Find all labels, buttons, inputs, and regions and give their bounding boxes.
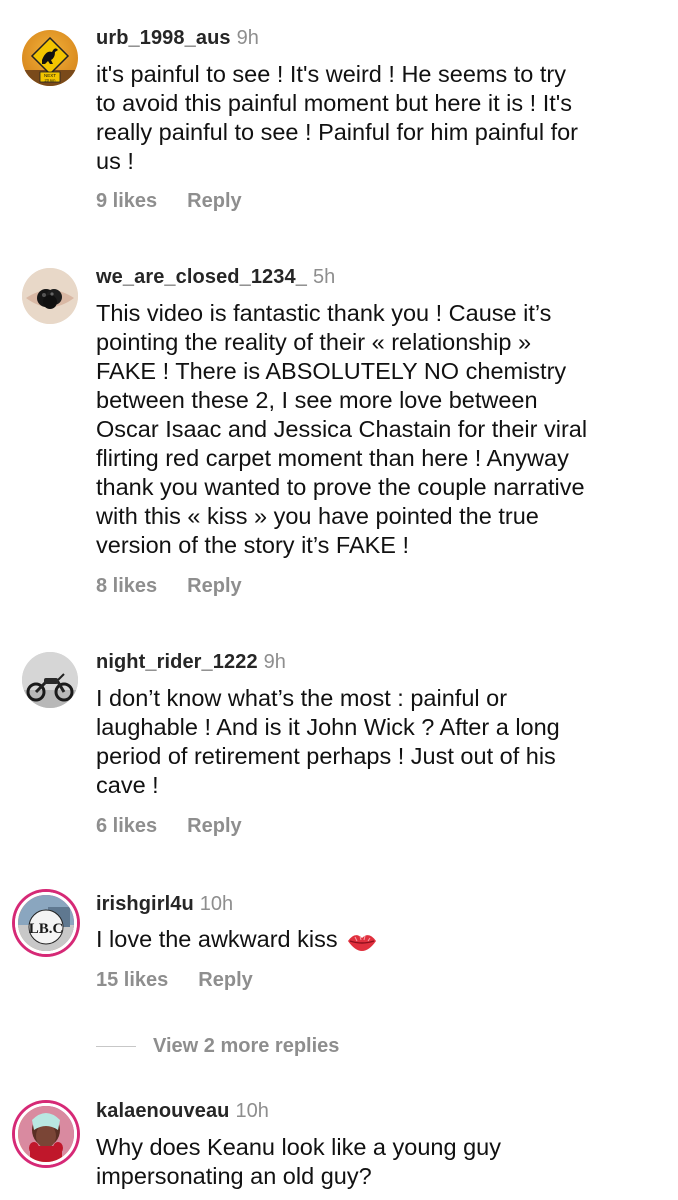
likes-count[interactable]: 6 likes xyxy=(96,815,157,837)
avatar[interactable] xyxy=(15,1103,77,1165)
avatar[interactable] xyxy=(22,652,78,708)
comment-line: between these 2, I see more love between xyxy=(96,387,538,413)
comment-line: to avoid this painful moment but here it… xyxy=(96,90,573,116)
kiss-mark-icon xyxy=(347,934,376,951)
username[interactable]: kalaenouveau xyxy=(96,1100,230,1122)
username[interactable]: urb_1998_aus xyxy=(96,27,231,49)
comment-line: flirting red carpet moment than here ! A… xyxy=(96,445,569,471)
comment-text: I don’t know what’s the most : painful o… xyxy=(96,684,656,800)
comment-actions: 6 likes Reply xyxy=(96,815,242,838)
comment-line: it's painful to see ! It's weird ! He se… xyxy=(96,61,567,87)
comment-line: us ! xyxy=(96,148,134,174)
view-more-replies-button[interactable]: View 2 more replies xyxy=(96,1035,339,1058)
comment-line: I don’t know what’s the most : painful o… xyxy=(96,685,508,711)
comment-line: This video is fantastic thank you ! Caus… xyxy=(96,300,552,326)
comment-header: urb_1998_aus 9h xyxy=(96,27,259,50)
lbc-logo-icon: LB.C xyxy=(18,895,74,951)
reply-button[interactable]: Reply xyxy=(198,969,252,991)
comment-line: impersonating an old guy? xyxy=(96,1163,372,1189)
road-sign-icon: NEXT 20 km xyxy=(22,36,78,86)
username[interactable]: we_are_closed_1234_ xyxy=(96,266,307,288)
comment-line: I love the awkward kiss xyxy=(96,925,656,954)
comment-line: FAKE ! There is ABSOLUTELY NO chemistry xyxy=(96,358,567,384)
comment-line: period of retirement perhaps ! Just out … xyxy=(96,743,556,769)
comment-text: Why does Keanu look like a young guy imp… xyxy=(96,1133,656,1191)
divider xyxy=(96,1045,136,1048)
comment-text: This video is fantastic thank you ! Caus… xyxy=(96,299,656,560)
comment-header: irishgirl4u 10h xyxy=(96,893,233,916)
username[interactable]: night_rider_1222 xyxy=(96,651,258,673)
lips-photo-icon xyxy=(22,268,78,324)
username[interactable]: irishgirl4u xyxy=(96,893,194,915)
likes-count[interactable]: 8 likes xyxy=(96,575,157,597)
timestamp: 9h xyxy=(236,27,259,49)
comment-line-text: I love the awkward kiss xyxy=(96,926,338,952)
reply-button[interactable]: Reply xyxy=(187,815,241,837)
comment-line: Oscar Isaac and Jessica Chastain for the… xyxy=(96,416,588,442)
comment-actions: 8 likes Reply xyxy=(96,575,242,598)
view-more-label: View 2 more replies xyxy=(153,1035,340,1057)
avatar[interactable] xyxy=(22,268,78,324)
comment-line: laughable ! And is it John Wick ? After … xyxy=(96,714,560,740)
motorcycle-icon xyxy=(22,652,78,708)
avatar[interactable]: LB.C xyxy=(15,892,77,954)
comment-header: kalaenouveau 10h xyxy=(96,1100,269,1123)
comment-actions: 9 likes Reply xyxy=(96,190,242,213)
comment-actions: 15 likes Reply xyxy=(96,969,253,992)
avatar[interactable]: NEXT 20 km xyxy=(22,30,78,86)
comment-line: pointing the reality of their « relation… xyxy=(96,329,532,355)
timestamp: 9h xyxy=(263,651,286,673)
comment-line: thank you wanted to prove the couple nar… xyxy=(96,474,585,500)
profile-photo-icon xyxy=(18,1106,74,1162)
comment-line: version of the story it’s FAKE ! xyxy=(96,532,410,558)
timestamp: 5h xyxy=(312,266,336,288)
reply-button[interactable]: Reply xyxy=(187,575,241,597)
likes-count[interactable]: 9 likes xyxy=(96,190,157,212)
timestamp: 10h xyxy=(199,893,234,915)
comment-text: it's painful to see ! It's weird ! He se… xyxy=(96,60,656,176)
svg-text:20 km: 20 km xyxy=(45,78,57,83)
comment-line: with this « kiss » you have pointed the … xyxy=(96,503,539,529)
comment-header: we_are_closed_1234_ 5h xyxy=(96,266,335,289)
comment-line: Why does Keanu look like a young guy xyxy=(96,1134,501,1160)
reply-button[interactable]: Reply xyxy=(187,190,241,212)
timestamp: 10h xyxy=(235,1100,269,1122)
comment-line: cave ! xyxy=(96,772,159,798)
comment-text: I love the awkward kiss xyxy=(96,925,656,954)
likes-count[interactable]: 15 likes xyxy=(96,969,168,991)
comment-line: really painful to see ! Painful for him … xyxy=(96,119,579,145)
svg-text:LB.C: LB.C xyxy=(29,921,64,937)
comment-header: night_rider_1222 9h xyxy=(96,651,286,674)
